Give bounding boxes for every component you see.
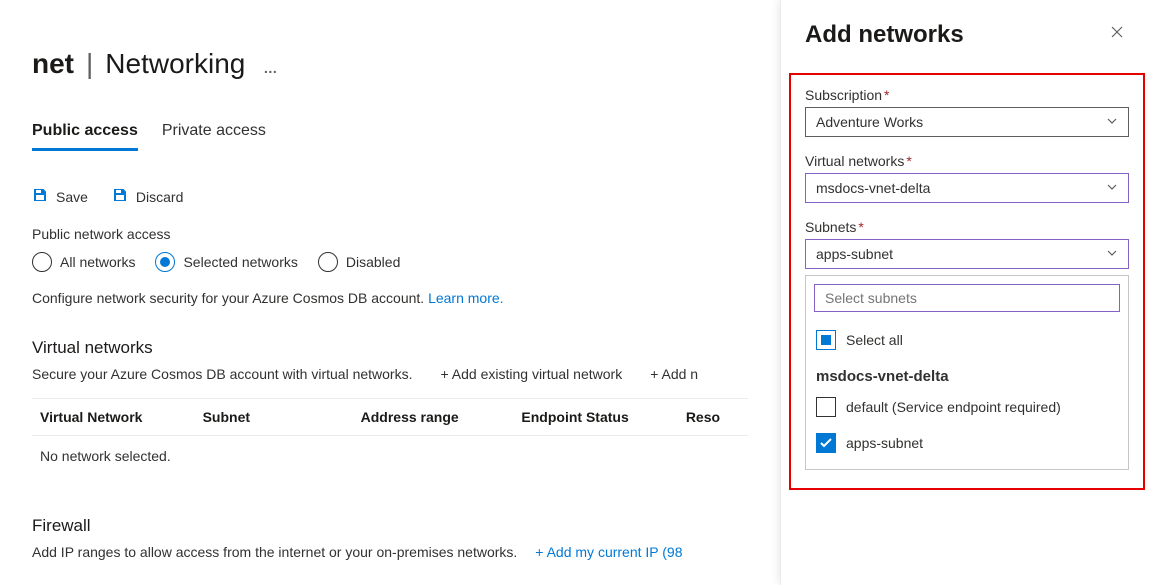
vnets-table-empty: No network selected.	[32, 436, 748, 476]
subscription-value: Adventure Works	[816, 114, 923, 130]
checkbox-indeterminate-icon	[816, 330, 836, 350]
highlight-box: Subscription* Adventure Works Virtual ne…	[789, 73, 1145, 490]
more-menu-button[interactable]: …	[263, 60, 279, 76]
tabs: Public access Private access	[32, 122, 748, 151]
help-text: Configure network security for your Azur…	[32, 290, 748, 306]
option-label: default (Service endpoint required)	[846, 399, 1061, 415]
subnets-value: apps-subnet	[816, 246, 893, 262]
vnets-subrow: Secure your Azure Cosmos DB account with…	[32, 358, 748, 382]
radio-label: All networks	[60, 254, 135, 270]
radio-icon	[155, 252, 175, 272]
select-all-option[interactable]: Select all	[814, 322, 1120, 358]
chevron-down-icon	[1106, 180, 1118, 196]
add-existing-vnet-link[interactable]: + Add existing virtual network	[441, 366, 623, 382]
radio-all-networks[interactable]: All networks	[32, 252, 135, 272]
checkbox-checked-icon	[816, 433, 836, 453]
subscription-label: Subscription*	[805, 87, 1129, 103]
vnet-value: msdocs-vnet-delta	[816, 180, 930, 196]
discard-icon	[112, 187, 128, 206]
chevron-down-icon	[1106, 246, 1118, 262]
radio-selected-networks[interactable]: Selected networks	[155, 252, 297, 272]
close-button[interactable]	[1105, 20, 1129, 49]
subnet-option-default[interactable]: default (Service endpoint required)	[814, 389, 1120, 425]
save-icon	[32, 187, 48, 206]
vnet-label: Virtual networks*	[805, 153, 1129, 169]
tab-private-access[interactable]: Private access	[162, 122, 266, 151]
panel-title: Add networks	[805, 21, 964, 49]
select-all-label: Select all	[846, 332, 903, 348]
close-icon	[1109, 27, 1125, 44]
search-input[interactable]	[814, 284, 1120, 312]
page-title: Networking	[105, 48, 245, 80]
discard-button[interactable]: Discard	[112, 187, 183, 206]
title-separator: |	[86, 48, 93, 80]
radio-label: Disabled	[346, 254, 400, 270]
vnets-heading: Virtual networks	[32, 338, 748, 358]
vnet-field: Virtual networks* msdocs-vnet-delta	[805, 153, 1129, 203]
option-label: apps-subnet	[846, 435, 923, 451]
save-label: Save	[56, 189, 88, 205]
radio-icon	[32, 252, 52, 272]
add-networks-panel: Add networks Subscription* Adventure Wor…	[780, 0, 1153, 585]
public-network-access-label: Public network access	[32, 226, 748, 242]
tab-public-access[interactable]: Public access	[32, 122, 138, 151]
subnets-label: Subnets*	[805, 219, 1129, 235]
panel-header: Add networks	[781, 0, 1153, 61]
subnet-option-apps[interactable]: apps-subnet	[814, 425, 1120, 461]
subnets-field: Subnets* apps-subnet Select all msdocs-v…	[805, 219, 1129, 470]
subnets-dropdown: Select all msdocs-vnet-delta default (Se…	[805, 275, 1129, 470]
col-address: Address range	[361, 409, 522, 425]
firewall-heading: Firewall	[32, 516, 748, 536]
subscription-field: Subscription* Adventure Works	[805, 87, 1129, 137]
vnets-table-header: Virtual Network Subnet Address range End…	[32, 398, 748, 436]
discard-label: Discard	[136, 189, 183, 205]
checkbox-unchecked-icon	[816, 397, 836, 417]
vnet-select[interactable]: msdocs-vnet-delta	[805, 173, 1129, 203]
page-header: net | Networking …	[32, 0, 748, 80]
title-prefix: net	[32, 48, 74, 80]
firewall-subtext: Add IP ranges to allow access from the i…	[32, 544, 517, 560]
firewall-subrow: Add IP ranges to allow access from the i…	[32, 544, 748, 560]
radio-label: Selected networks	[183, 254, 297, 270]
network-access-radio-group: All networks Selected networks Disabled	[32, 252, 748, 272]
col-endpoint: Endpoint Status	[521, 409, 685, 425]
chevron-down-icon	[1106, 114, 1118, 130]
col-resource: Reso	[686, 409, 740, 425]
col-vnet: Virtual Network	[40, 409, 203, 425]
toolbar: Save Discard	[32, 187, 748, 206]
add-current-ip-link[interactable]: + Add my current IP (98	[535, 544, 682, 560]
radio-icon	[318, 252, 338, 272]
group-label: msdocs-vnet-delta	[814, 358, 1120, 389]
vnets-subtext: Secure your Azure Cosmos DB account with…	[32, 366, 413, 382]
subnets-select[interactable]: apps-subnet	[805, 239, 1129, 269]
radio-disabled[interactable]: Disabled	[318, 252, 400, 272]
col-subnet: Subnet	[203, 409, 361, 425]
subscription-select[interactable]: Adventure Works	[805, 107, 1129, 137]
learn-more-link[interactable]: Learn more.	[428, 290, 503, 306]
add-new-vnet-link[interactable]: + Add n	[650, 366, 698, 382]
save-button[interactable]: Save	[32, 187, 88, 206]
